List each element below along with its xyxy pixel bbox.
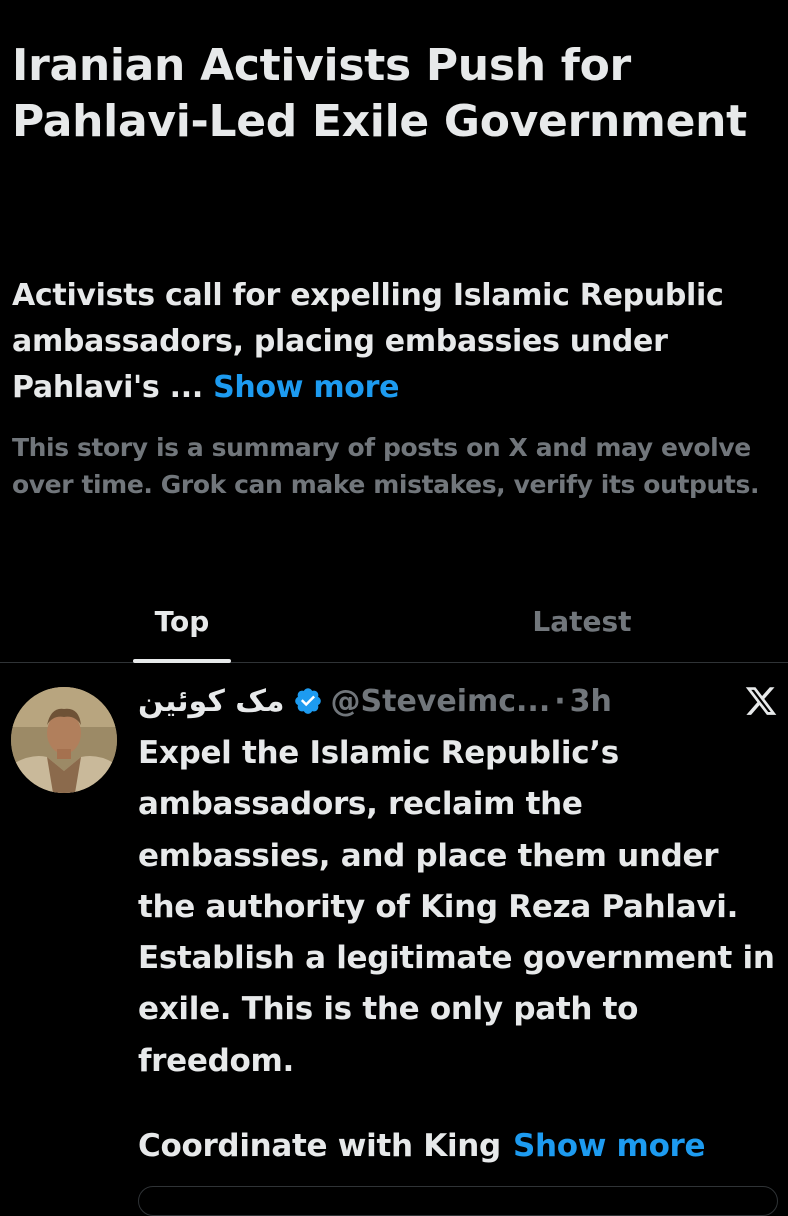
feed-tabs: Top Latest: [0, 590, 788, 663]
story-headline: Iranian Activists Push for Pahlavi-Led E…: [12, 40, 747, 148]
avatar[interactable]: [11, 687, 117, 793]
grok-disclaimer: This story is a summary of posts on X an…: [12, 433, 760, 499]
tab-latest[interactable]: Latest: [500, 590, 664, 662]
story-summary: Activists call for expelling Islamic Rep…: [12, 273, 782, 411]
avatar-image: [11, 687, 117, 793]
meta-separator: ·: [554, 683, 566, 719]
author-name[interactable]: مک کوئین: [138, 684, 285, 719]
story-show-more-link[interactable]: Show more: [213, 370, 399, 405]
tab-latest-label: Latest: [532, 605, 632, 638]
author-handle[interactable]: @Steveimc...: [331, 684, 551, 719]
post-header: مک کوئین @Steveimc... · 3h: [138, 676, 738, 726]
post-show-more-link[interactable]: Show more: [513, 1128, 706, 1164]
post-text-continued: Coordinate with King Show more: [138, 1120, 784, 1172]
link-card-preview[interactable]: [138, 1186, 778, 1216]
tab-top[interactable]: Top: [133, 590, 231, 663]
tab-top-label: Top: [154, 605, 210, 638]
x-logo-icon[interactable]: [744, 684, 778, 718]
post-text-more: Coordinate with King: [138, 1128, 501, 1164]
verified-badge-icon: [293, 686, 323, 716]
active-tab-indicator: [133, 659, 231, 663]
post-timestamp[interactable]: 3h: [570, 684, 612, 719]
post-text: Expel the Islamic Republic’s ambassadors…: [138, 735, 775, 1079]
